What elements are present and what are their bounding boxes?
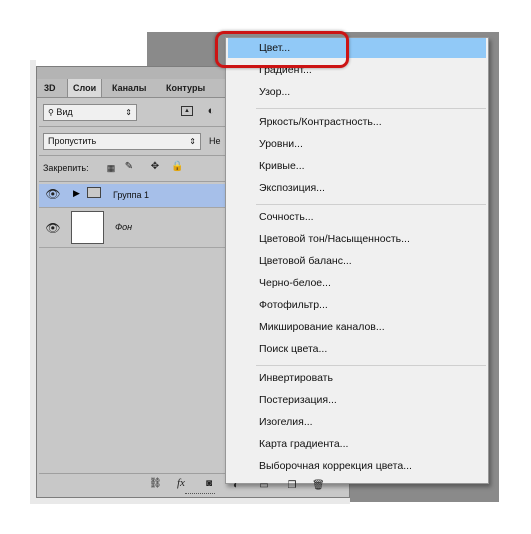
eye-icon[interactable]: 👁	[39, 221, 67, 235]
menu-item-exposure[interactable]: Экспозиция...	[228, 178, 486, 198]
resize-grip[interactable]	[185, 493, 215, 497]
panel-shadow-bottom	[30, 498, 350, 504]
search-icon: ⚲	[48, 108, 54, 117]
menu-item-photo-filter[interactable]: Фотофильтр...	[228, 295, 486, 315]
layer-name: Группа 1	[113, 190, 150, 200]
fx-button[interactable]: fx	[177, 477, 185, 489]
eye-icon[interactable]: 👁	[39, 187, 67, 201]
opacity-label: Не	[209, 136, 221, 146]
menu-item-channel-mixer[interactable]: Микширование каналов...	[228, 317, 486, 337]
layer-thumbnail	[71, 211, 104, 244]
adjustment-layer-icon[interactable]: ◐	[230, 480, 242, 492]
lock-move-icon[interactable]: ✥	[149, 161, 161, 173]
tab-layers[interactable]: Слои	[67, 79, 103, 97]
trash-icon[interactable]: 🗑	[312, 480, 325, 492]
adjustment-layer-menu: Цвет... Градиент... Узор... Яркость/Конт…	[225, 37, 489, 484]
tab-channels[interactable]: Каналы	[107, 79, 151, 97]
menu-separator	[256, 204, 486, 205]
panel-bottom-icons: ◐ ▭ ❐ 🗑	[228, 478, 350, 494]
chevron-updown-icon: ⇕	[189, 137, 196, 146]
adjustment-filter-icon[interactable]: ◐	[205, 105, 217, 117]
menu-item-selective-color[interactable]: Выборочная коррекция цвета...	[228, 456, 486, 476]
layer-filter-select[interactable]: ⚲ Вид ⇕	[43, 104, 137, 121]
menu-item-pattern[interactable]: Узор...	[228, 82, 486, 102]
lock-all-icon[interactable]: 🔒	[171, 161, 183, 173]
menu-item-vibrance[interactable]: Сочность...	[228, 207, 486, 227]
menu-item-curves[interactable]: Кривые...	[228, 156, 486, 176]
chevron-updown-icon: ⇕	[125, 108, 132, 117]
tab-paths[interactable]: Контуры	[161, 79, 210, 97]
menu-item-color-balance[interactable]: Цветовой баланс...	[228, 251, 486, 271]
menu-item-hue-saturation[interactable]: Цветовой тон/Насыщенность...	[228, 229, 486, 249]
folder-icon	[87, 187, 101, 198]
menu-item-gradient-map[interactable]: Карта градиента...	[228, 434, 486, 454]
highlight-callout	[215, 31, 349, 68]
lock-brush-icon[interactable]: ✎	[123, 161, 135, 173]
layer-filter-value: Вид	[56, 107, 73, 117]
group-folder-icon[interactable]: ▭	[258, 480, 270, 492]
blend-mode-value: Пропустить	[48, 136, 97, 146]
lock-transparency-icon[interactable]: ▦	[105, 162, 117, 174]
menu-item-levels[interactable]: Уровни...	[228, 134, 486, 154]
menu-item-threshold[interactable]: Изогелия...	[228, 412, 486, 432]
tab-3d[interactable]: 3D	[39, 79, 61, 97]
menu-separator	[256, 365, 486, 366]
blend-mode-select[interactable]: Пропустить ⇕	[43, 133, 201, 150]
menu-separator	[256, 108, 486, 109]
menu-item-posterize[interactable]: Постеризация...	[228, 390, 486, 410]
layer-mask-icon[interactable]: ◙	[203, 478, 215, 490]
menu-item-invert[interactable]: Инвертировать	[228, 368, 486, 388]
link-layers-icon[interactable]: ⛓	[149, 478, 162, 490]
image-filter-icon[interactable]: ▲	[181, 106, 193, 116]
menu-item-brightness-contrast[interactable]: Яркость/Контрастность...	[228, 112, 486, 132]
lock-label: Закрепить:	[43, 163, 89, 173]
menu-item-black-white[interactable]: Черно-белое...	[228, 273, 486, 293]
layer-name: Фон	[115, 222, 133, 232]
expand-triangle-icon[interactable]: ▶	[73, 188, 80, 199]
new-layer-icon[interactable]: ❐	[286, 480, 298, 492]
menu-item-color-lookup[interactable]: Поиск цвета...	[228, 339, 486, 359]
